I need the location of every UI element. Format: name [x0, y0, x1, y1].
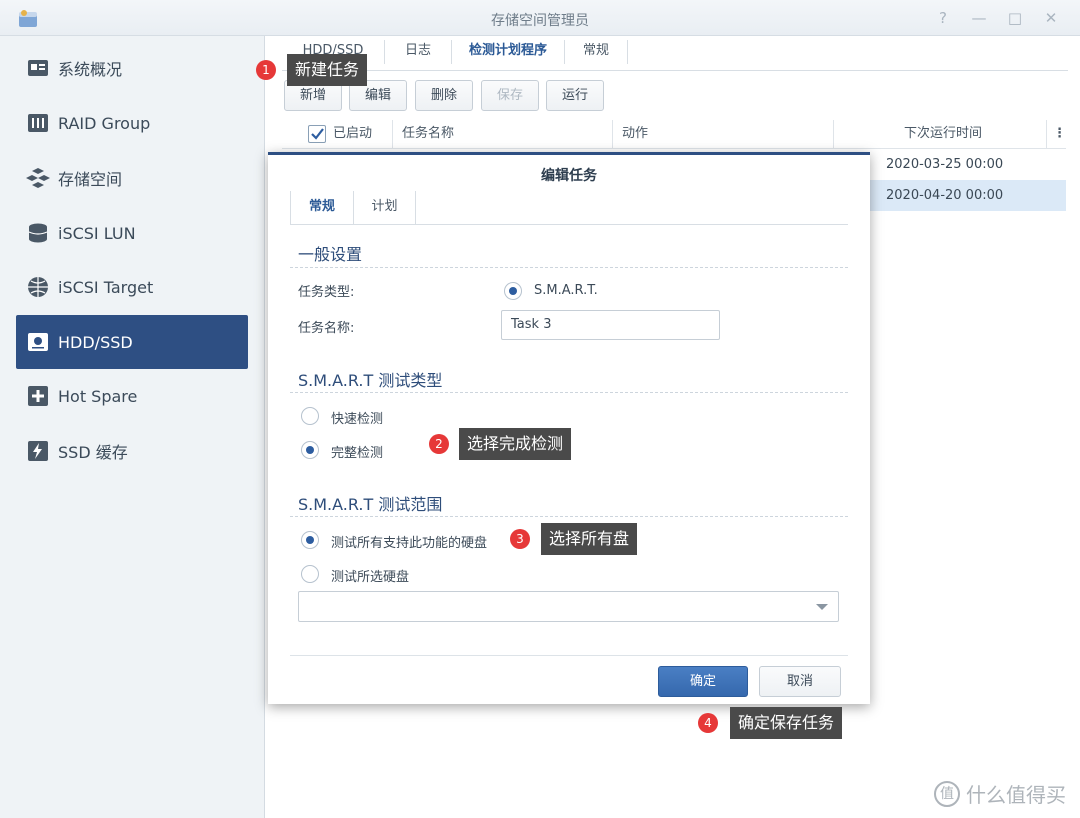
disk-icon — [26, 330, 50, 354]
task-name-input[interactable]: Task 3 — [501, 310, 720, 340]
all-disks-label: 测试所有支持此功能的硬盘 — [331, 536, 488, 551]
overview-icon — [26, 56, 50, 80]
run-button[interactable]: 运行 — [546, 80, 604, 111]
volume-icon — [26, 166, 50, 190]
sidebar-item-raid-group[interactable]: RAID Group — [16, 96, 248, 150]
extended-test-label: 完整检测 — [331, 446, 384, 461]
column-next-run[interactable]: 下次运行时间 — [904, 120, 982, 149]
annotation-label-2: 选择完成检测 — [459, 428, 572, 460]
ssd-cache-icon — [26, 439, 50, 463]
sidebar-item-label: RAID Group — [58, 113, 151, 133]
sidebar-item-label: iSCSI LUN — [58, 223, 136, 243]
save-button[interactable]: 保存 — [481, 80, 539, 111]
annotation-marker-1: 1 — [256, 60, 276, 80]
sidebar-item-label: 存储空间 — [58, 170, 123, 189]
column-task-name[interactable]: 任务名称 — [402, 120, 454, 149]
annotation-marker-3: 3 — [510, 529, 530, 549]
annotation-label-4: 确定保存任务 — [730, 707, 843, 739]
next-run-cell: 2020-04-20 00:00 — [886, 188, 1004, 203]
all-disks-radio[interactable] — [301, 531, 319, 549]
sidebar-item-overview[interactable]: 系统概况 — [16, 41, 248, 95]
sidebar-item-ssd-cache[interactable]: SSD 缓存 — [16, 424, 248, 478]
dialog-tab-bar: 常规 计划 — [290, 191, 848, 225]
sidebar-item-iscsi-lun[interactable]: iSCSI LUN — [16, 206, 248, 260]
general-settings-heading: 一般设置 — [298, 245, 363, 264]
selected-disks-radio[interactable] — [301, 565, 319, 583]
raid-icon — [26, 111, 50, 135]
watermark-text: 什么值得买 — [966, 783, 1066, 807]
tab-general[interactable]: 常规 — [565, 36, 627, 71]
enabled-checkbox[interactable] — [308, 125, 326, 143]
annotation-marker-2: 2 — [429, 434, 449, 454]
task-grid-header: 已启动 任务名称 动作 下次运行时间 ⋮ — [282, 120, 1066, 149]
sidebar-item-hdd-ssd[interactable]: HDD/SSD — [16, 315, 248, 369]
chevron-down-icon — [816, 604, 828, 610]
column-enabled[interactable]: 已启动 — [333, 120, 372, 149]
task-type-label: 任务类型: — [298, 285, 355, 300]
sidebar-item-label: 系统概况 — [58, 60, 123, 79]
annotation-label-1: 新建任务 — [287, 54, 368, 86]
disk-select[interactable] — [298, 591, 839, 622]
test-scope-heading: S.M.A.R.T 测试范围 — [298, 495, 443, 514]
dialog-tab-schedule[interactable]: 计划 — [354, 191, 416, 225]
selected-disks-label: 测试所选硬盘 — [331, 570, 410, 585]
next-run-cell: 2020-03-25 00:00 — [886, 157, 1004, 172]
sidebar: 系统概况 RAID Group 存储空间 iSCSI LUN iSCSI Tar… — [0, 36, 265, 818]
close-icon[interactable]: ✕ — [1040, 8, 1062, 28]
column-menu-icon[interactable]: ⋮ — [1053, 120, 1066, 149]
test-type-heading: S.M.A.R.T 测试类型 — [298, 371, 443, 390]
column-action[interactable]: 动作 — [622, 120, 648, 149]
hot-spare-icon — [26, 384, 50, 408]
annotation-label-3: 选择所有盘 — [541, 523, 638, 555]
help-icon[interactable]: ? — [932, 8, 954, 28]
delete-button[interactable]: 删除 — [415, 80, 473, 111]
extended-test-radio[interactable] — [301, 441, 319, 459]
lun-icon — [26, 221, 50, 245]
sidebar-item-hot-spare[interactable]: Hot Spare — [16, 369, 248, 423]
window-title: 存储空间管理员 — [491, 13, 589, 29]
tab-bar: HDD/SSD 日志 检测计划程序 常规 — [282, 36, 1068, 71]
target-icon — [26, 275, 50, 299]
sidebar-item-label: Hot Spare — [58, 386, 138, 406]
quick-test-radio[interactable] — [301, 407, 319, 425]
annotation-marker-4: 4 — [698, 713, 718, 733]
quick-test-label: 快速检测 — [331, 412, 384, 427]
cancel-button[interactable]: 取消 — [759, 666, 841, 697]
dialog-title: 编辑任务 — [541, 168, 597, 184]
sidebar-item-label: iSCSI Target — [58, 277, 154, 297]
tab-log[interactable]: 日志 — [385, 36, 451, 71]
watermark: 值 什么值得买 — [934, 779, 1066, 808]
tab-test-scheduler[interactable]: 检测计划程序 — [452, 36, 564, 71]
sidebar-item-iscsi-target[interactable]: iSCSI Target — [16, 260, 248, 314]
maximize-icon[interactable]: □ — [1004, 8, 1026, 28]
task-name-label: 任务名称: — [298, 321, 355, 336]
task-type-smart-radio[interactable] — [504, 282, 522, 300]
minimize-icon[interactable]: — — [968, 8, 990, 28]
dialog-tab-general[interactable]: 常规 — [290, 191, 354, 225]
sidebar-item-storage-space[interactable]: 存储空间 — [16, 151, 248, 205]
sidebar-item-label: SSD 缓存 — [58, 443, 128, 462]
task-type-value: S.M.A.R.T. — [534, 283, 598, 298]
check-icon — [311, 128, 324, 140]
sidebar-item-label: HDD/SSD — [58, 332, 133, 352]
watermark-logo-icon: 值 — [934, 780, 960, 807]
window-titlebar: 存储空间管理员 ? — □ ✕ — [0, 0, 1080, 36]
ok-button[interactable]: 确定 — [658, 666, 748, 697]
